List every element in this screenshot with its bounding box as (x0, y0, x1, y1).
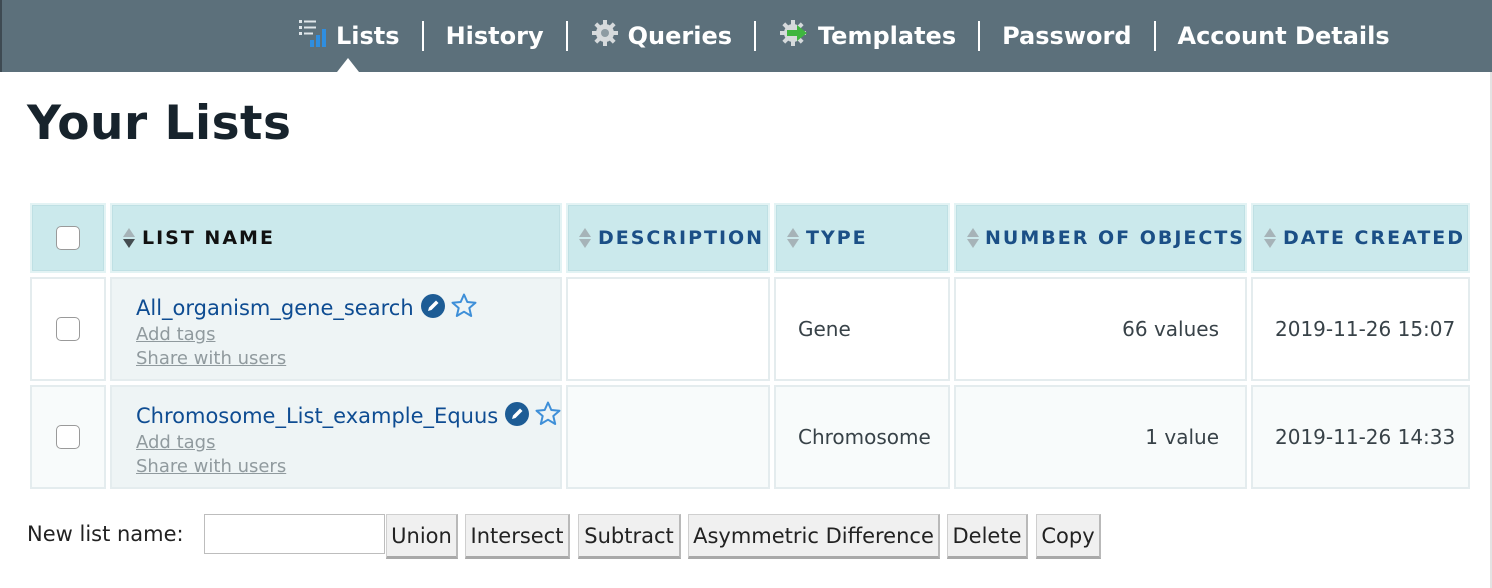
table-row-select-cell (30, 385, 106, 489)
header-type[interactable]: TYPE (774, 203, 950, 273)
list-name-block: Chromosome_List_example_Equus Add tags S… (136, 401, 562, 479)
nav-queries[interactable]: Queries (568, 0, 754, 72)
list-name-line: All_organism_gene_search (136, 293, 478, 323)
list-object-count: 66 values (1122, 317, 1219, 341)
main-nav: Lists History Queries Templates Password… (296, 0, 1412, 72)
table-row-type-cell: Chromosome (774, 385, 950, 489)
table-row-count-cell: 66 values (954, 277, 1247, 381)
list-name-link[interactable]: Chromosome_List_example_Equus (136, 404, 498, 428)
list-type: Chromosome (798, 425, 931, 449)
star-icon[interactable] (534, 400, 562, 432)
delete-button[interactable]: Delete (947, 514, 1028, 559)
top-navigation-bar: Lists History Queries Templates Password… (0, 0, 1492, 72)
header-date-created-label: DATE CREATED (1283, 227, 1466, 249)
list-chart-icon (298, 18, 328, 54)
gear-icon (590, 18, 620, 54)
nav-history[interactable]: History (424, 0, 566, 72)
nav-password[interactable]: Password (980, 0, 1153, 72)
star-icon[interactable] (450, 292, 478, 324)
row-checkbox[interactable] (56, 425, 80, 449)
sort-icon (122, 226, 136, 250)
union-button[interactable]: Union (386, 514, 458, 559)
table-row-count-cell: 1 value (954, 385, 1247, 489)
lists-table: LIST NAME DESCRIPTION TYPE NUMBER OF OBJ… (0, 0, 1492, 588)
sort-icon (578, 226, 592, 250)
copy-button[interactable]: Copy (1036, 514, 1101, 559)
table-row-date-cell: 2019-11-26 14:33 (1251, 385, 1470, 489)
nav-password-label: Password (1002, 22, 1132, 50)
share-with-users-link[interactable]: Share with users (136, 347, 478, 371)
nav-templates-label: Templates (818, 22, 957, 50)
list-object-count: 1 value (1145, 425, 1219, 449)
add-tags-link[interactable]: Add tags (136, 323, 478, 347)
list-type: Gene (798, 317, 851, 341)
new-list-name-input[interactable] (204, 514, 385, 554)
nav-queries-label: Queries (627, 22, 732, 50)
header-date-created[interactable]: DATE CREATED (1251, 203, 1470, 273)
select-all-checkbox[interactable] (56, 226, 80, 250)
active-tab-caret (337, 58, 359, 72)
table-row-name-cell: All_organism_gene_search Add tags Share … (110, 277, 562, 381)
list-date-created: 2019-11-26 14:33 (1275, 425, 1456, 449)
edit-icon[interactable] (504, 401, 530, 431)
table-row-description-cell (566, 277, 770, 381)
header-select-all-cell (30, 203, 106, 273)
nav-lists-label: Lists (336, 22, 400, 50)
table-row-type-cell: Gene (774, 277, 950, 381)
table-row-name-cell: Chromosome_List_example_Equus Add tags S… (110, 385, 562, 489)
list-name-line: Chromosome_List_example_Equus (136, 401, 562, 431)
edit-icon[interactable] (420, 293, 446, 323)
table-row-description-cell (566, 385, 770, 489)
list-date-created: 2019-11-26 15:07 (1275, 317, 1456, 341)
sort-icon (1263, 226, 1277, 250)
header-number-of-objects[interactable]: NUMBER OF OBJECTS (954, 203, 1247, 273)
nav-templates[interactable]: Templates (756, 0, 978, 72)
nav-account-details-label: Account Details (1177, 22, 1390, 50)
nav-account-details[interactable]: Account Details (1156, 0, 1412, 72)
row-checkbox[interactable] (56, 317, 80, 341)
new-list-name-label: New list name: (27, 522, 184, 546)
header-type-label: TYPE (806, 227, 868, 249)
gear-arrow-icon (778, 18, 810, 54)
nav-history-label: History (445, 22, 544, 50)
sort-icon (966, 226, 980, 250)
intersect-button[interactable]: Intersect (465, 514, 570, 559)
asymmetric-difference-button[interactable]: Asymmetric Difference (688, 514, 940, 559)
header-list-name-label: LIST NAME (142, 227, 275, 249)
table-row-date-cell: 2019-11-26 15:07 (1251, 277, 1470, 381)
header-number-of-objects-label: NUMBER OF OBJECTS (985, 227, 1245, 249)
share-with-users-link[interactable]: Share with users (136, 455, 562, 479)
subtract-button[interactable]: Subtract (578, 514, 681, 559)
add-tags-link[interactable]: Add tags (136, 431, 562, 455)
sort-icon (786, 226, 800, 250)
list-name-link[interactable]: All_organism_gene_search (136, 296, 414, 320)
header-list-name[interactable]: LIST NAME (110, 203, 562, 273)
list-name-block: All_organism_gene_search Add tags Share … (136, 293, 478, 371)
header-description[interactable]: DESCRIPTION (566, 203, 770, 273)
header-description-label: DESCRIPTION (598, 227, 765, 249)
page-title: Your Lists (27, 96, 292, 151)
table-row-select-cell (30, 277, 106, 381)
